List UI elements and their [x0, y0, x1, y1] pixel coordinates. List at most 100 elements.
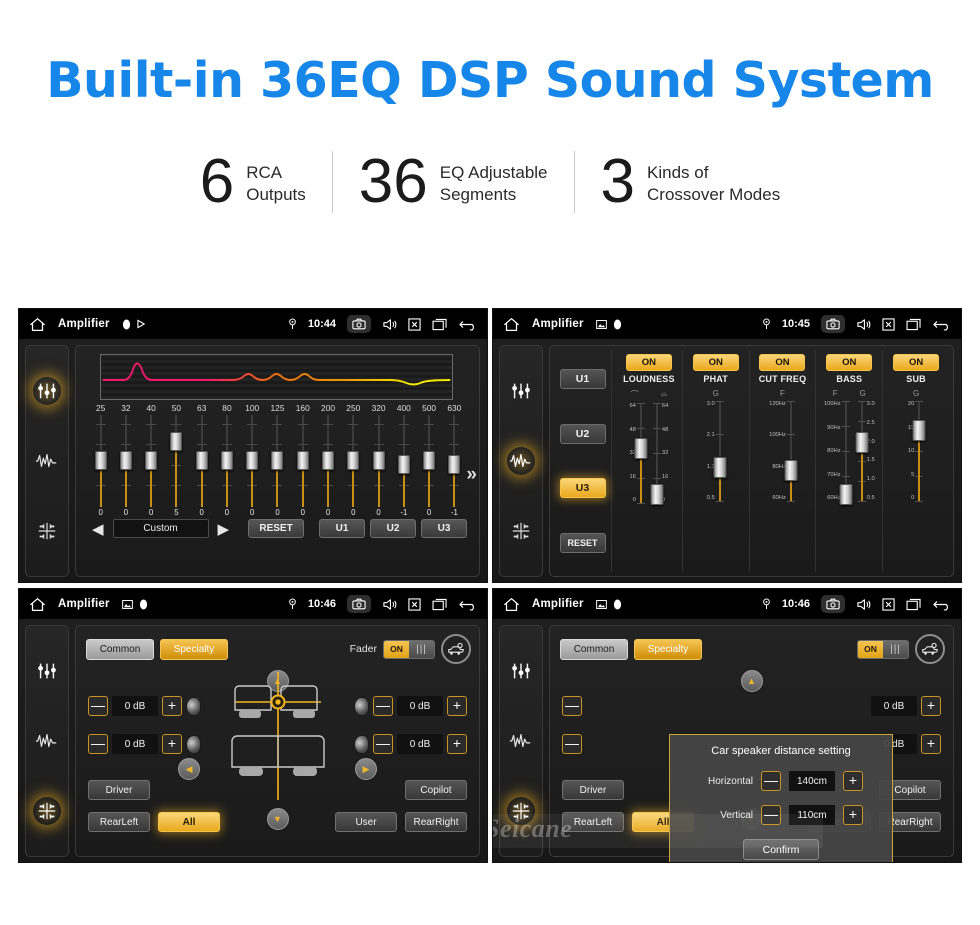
- tab-common[interactable]: Common: [86, 638, 154, 660]
- eq-slider-knob[interactable]: [397, 454, 410, 474]
- home-icon[interactable]: [503, 597, 520, 612]
- camera-icon[interactable]: [347, 595, 371, 613]
- plus-button[interactable]: +: [162, 696, 182, 716]
- eq-slider-knob[interactable]: [145, 451, 158, 470]
- preset-u3-button[interactable]: U3: [559, 478, 606, 499]
- toggle-on-button[interactable]: ON: [625, 354, 672, 371]
- balance-icon[interactable]: [33, 797, 61, 825]
- preset-display[interactable]: Custom: [112, 519, 209, 538]
- volume-icon[interactable]: [382, 598, 397, 611]
- eq-slider-knob[interactable]: [448, 454, 461, 474]
- eq-slider[interactable]: [189, 415, 214, 507]
- plus-button[interactable]: +: [843, 805, 863, 825]
- eq-slider[interactable]: [416, 415, 441, 507]
- balance-icon[interactable]: [507, 517, 535, 545]
- eq-slider-knob[interactable]: [296, 451, 309, 470]
- waveform-icon[interactable]: [507, 447, 535, 475]
- close-icon[interactable]: [882, 597, 895, 611]
- crossover-slider-knob[interactable]: [912, 420, 926, 441]
- plus-button[interactable]: +: [921, 734, 941, 754]
- eq-slider-knob[interactable]: [220, 451, 233, 470]
- eq-slider[interactable]: [113, 415, 138, 507]
- minus-button[interactable]: —: [761, 771, 781, 791]
- eq-slider-knob[interactable]: [423, 451, 436, 470]
- eq-slider[interactable]: [290, 415, 315, 507]
- home-icon[interactable]: [503, 317, 520, 332]
- back-icon[interactable]: [459, 598, 479, 611]
- crossover-slider[interactable]: 3.0 2.5 2.0 1.5 1.0 0.5: [855, 401, 875, 502]
- position-user-button[interactable]: User: [335, 812, 397, 832]
- nudge-down-button[interactable]: ▼: [266, 808, 289, 830]
- back-icon[interactable]: [933, 318, 953, 331]
- position-all-button[interactable]: All: [158, 812, 220, 832]
- plus-button[interactable]: +: [843, 771, 863, 791]
- position-driver-button[interactable]: Driver: [562, 780, 624, 800]
- close-icon[interactable]: [408, 597, 421, 611]
- eq-slider-knob[interactable]: [94, 451, 107, 470]
- plus-button[interactable]: +: [921, 696, 941, 716]
- reset-button[interactable]: RESET: [559, 532, 606, 553]
- preset-u1-button[interactable]: U1: [319, 519, 365, 538]
- crossover-slider[interactable]: 20 15 10 5 0: [908, 401, 926, 502]
- plus-button[interactable]: +: [447, 734, 467, 754]
- toggle-on-button[interactable]: ON: [893, 354, 940, 371]
- recents-icon[interactable]: [906, 598, 922, 611]
- position-copilot-button[interactable]: Copilot: [405, 780, 467, 800]
- waveform-icon[interactable]: [33, 447, 61, 475]
- eq-next-page-icon[interactable]: »: [466, 464, 477, 486]
- balance-icon[interactable]: [33, 517, 61, 545]
- eq-slider-knob[interactable]: [170, 431, 183, 451]
- car-seat-icon[interactable]: [915, 634, 945, 664]
- eq-slider-knob[interactable]: [119, 451, 132, 470]
- minus-button[interactable]: —: [562, 696, 582, 716]
- tab-specialty[interactable]: Specialty: [634, 638, 702, 660]
- eq-slider[interactable]: [442, 415, 467, 507]
- camera-icon[interactable]: [821, 315, 845, 333]
- volume-icon[interactable]: [856, 598, 871, 611]
- seat-map[interactable]: [223, 666, 333, 806]
- minus-button[interactable]: —: [373, 734, 393, 754]
- eq-slider-knob[interactable]: [347, 451, 360, 470]
- eq-slider-knob[interactable]: [271, 451, 284, 470]
- minus-button[interactable]: —: [88, 734, 108, 754]
- preset-u1-button[interactable]: U1: [559, 369, 606, 390]
- crossover-slider[interactable]: 3.0 2.1 1.3 0.5: [707, 401, 727, 502]
- position-rearleft-button[interactable]: RearLeft: [88, 812, 150, 832]
- eq-slider[interactable]: [265, 415, 290, 507]
- position-driver-button[interactable]: Driver: [88, 780, 150, 800]
- back-icon[interactable]: [459, 318, 479, 331]
- close-icon[interactable]: [882, 317, 895, 331]
- volume-icon[interactable]: [856, 318, 871, 331]
- plus-button[interactable]: +: [447, 696, 467, 716]
- eq-slider[interactable]: [315, 415, 340, 507]
- minus-button[interactable]: —: [88, 696, 108, 716]
- reset-button[interactable]: RESET: [248, 519, 304, 538]
- back-icon[interactable]: [933, 598, 953, 611]
- crossover-slider-knob[interactable]: [634, 438, 648, 459]
- minus-button[interactable]: —: [373, 696, 393, 716]
- crossover-slider-knob[interactable]: [650, 484, 664, 505]
- preset-prev-button[interactable]: ◀: [88, 520, 108, 538]
- eq-slider[interactable]: [214, 415, 239, 507]
- nudge-up-button[interactable]: ▲: [740, 670, 763, 692]
- nudge-left-button[interactable]: ◀: [178, 758, 200, 780]
- eq-slider[interactable]: [139, 415, 164, 507]
- waveform-icon[interactable]: [507, 727, 535, 755]
- home-icon[interactable]: [29, 597, 46, 612]
- home-icon[interactable]: [29, 317, 46, 332]
- toggle-on-button[interactable]: ON: [692, 354, 739, 371]
- equalizer-icon[interactable]: [33, 377, 61, 405]
- tab-specialty[interactable]: Specialty: [160, 638, 228, 660]
- recents-icon[interactable]: [906, 318, 922, 331]
- preset-u2-button[interactable]: U2: [559, 423, 606, 444]
- crossover-slider[interactable]: 120Hz 100Hz 80Hz 60Hz: [769, 401, 798, 502]
- position-rearright-button[interactable]: RearRight: [405, 812, 467, 832]
- eq-slider-knob[interactable]: [246, 451, 259, 470]
- crossover-slider-knob[interactable]: [855, 432, 869, 453]
- recents-icon[interactable]: [432, 318, 448, 331]
- eq-slider[interactable]: [391, 415, 416, 507]
- eq-slider-knob[interactable]: [195, 451, 208, 470]
- nudge-right-button[interactable]: ▶: [355, 758, 377, 780]
- preset-u2-button[interactable]: U2: [370, 519, 416, 538]
- waveform-icon[interactable]: [33, 727, 61, 755]
